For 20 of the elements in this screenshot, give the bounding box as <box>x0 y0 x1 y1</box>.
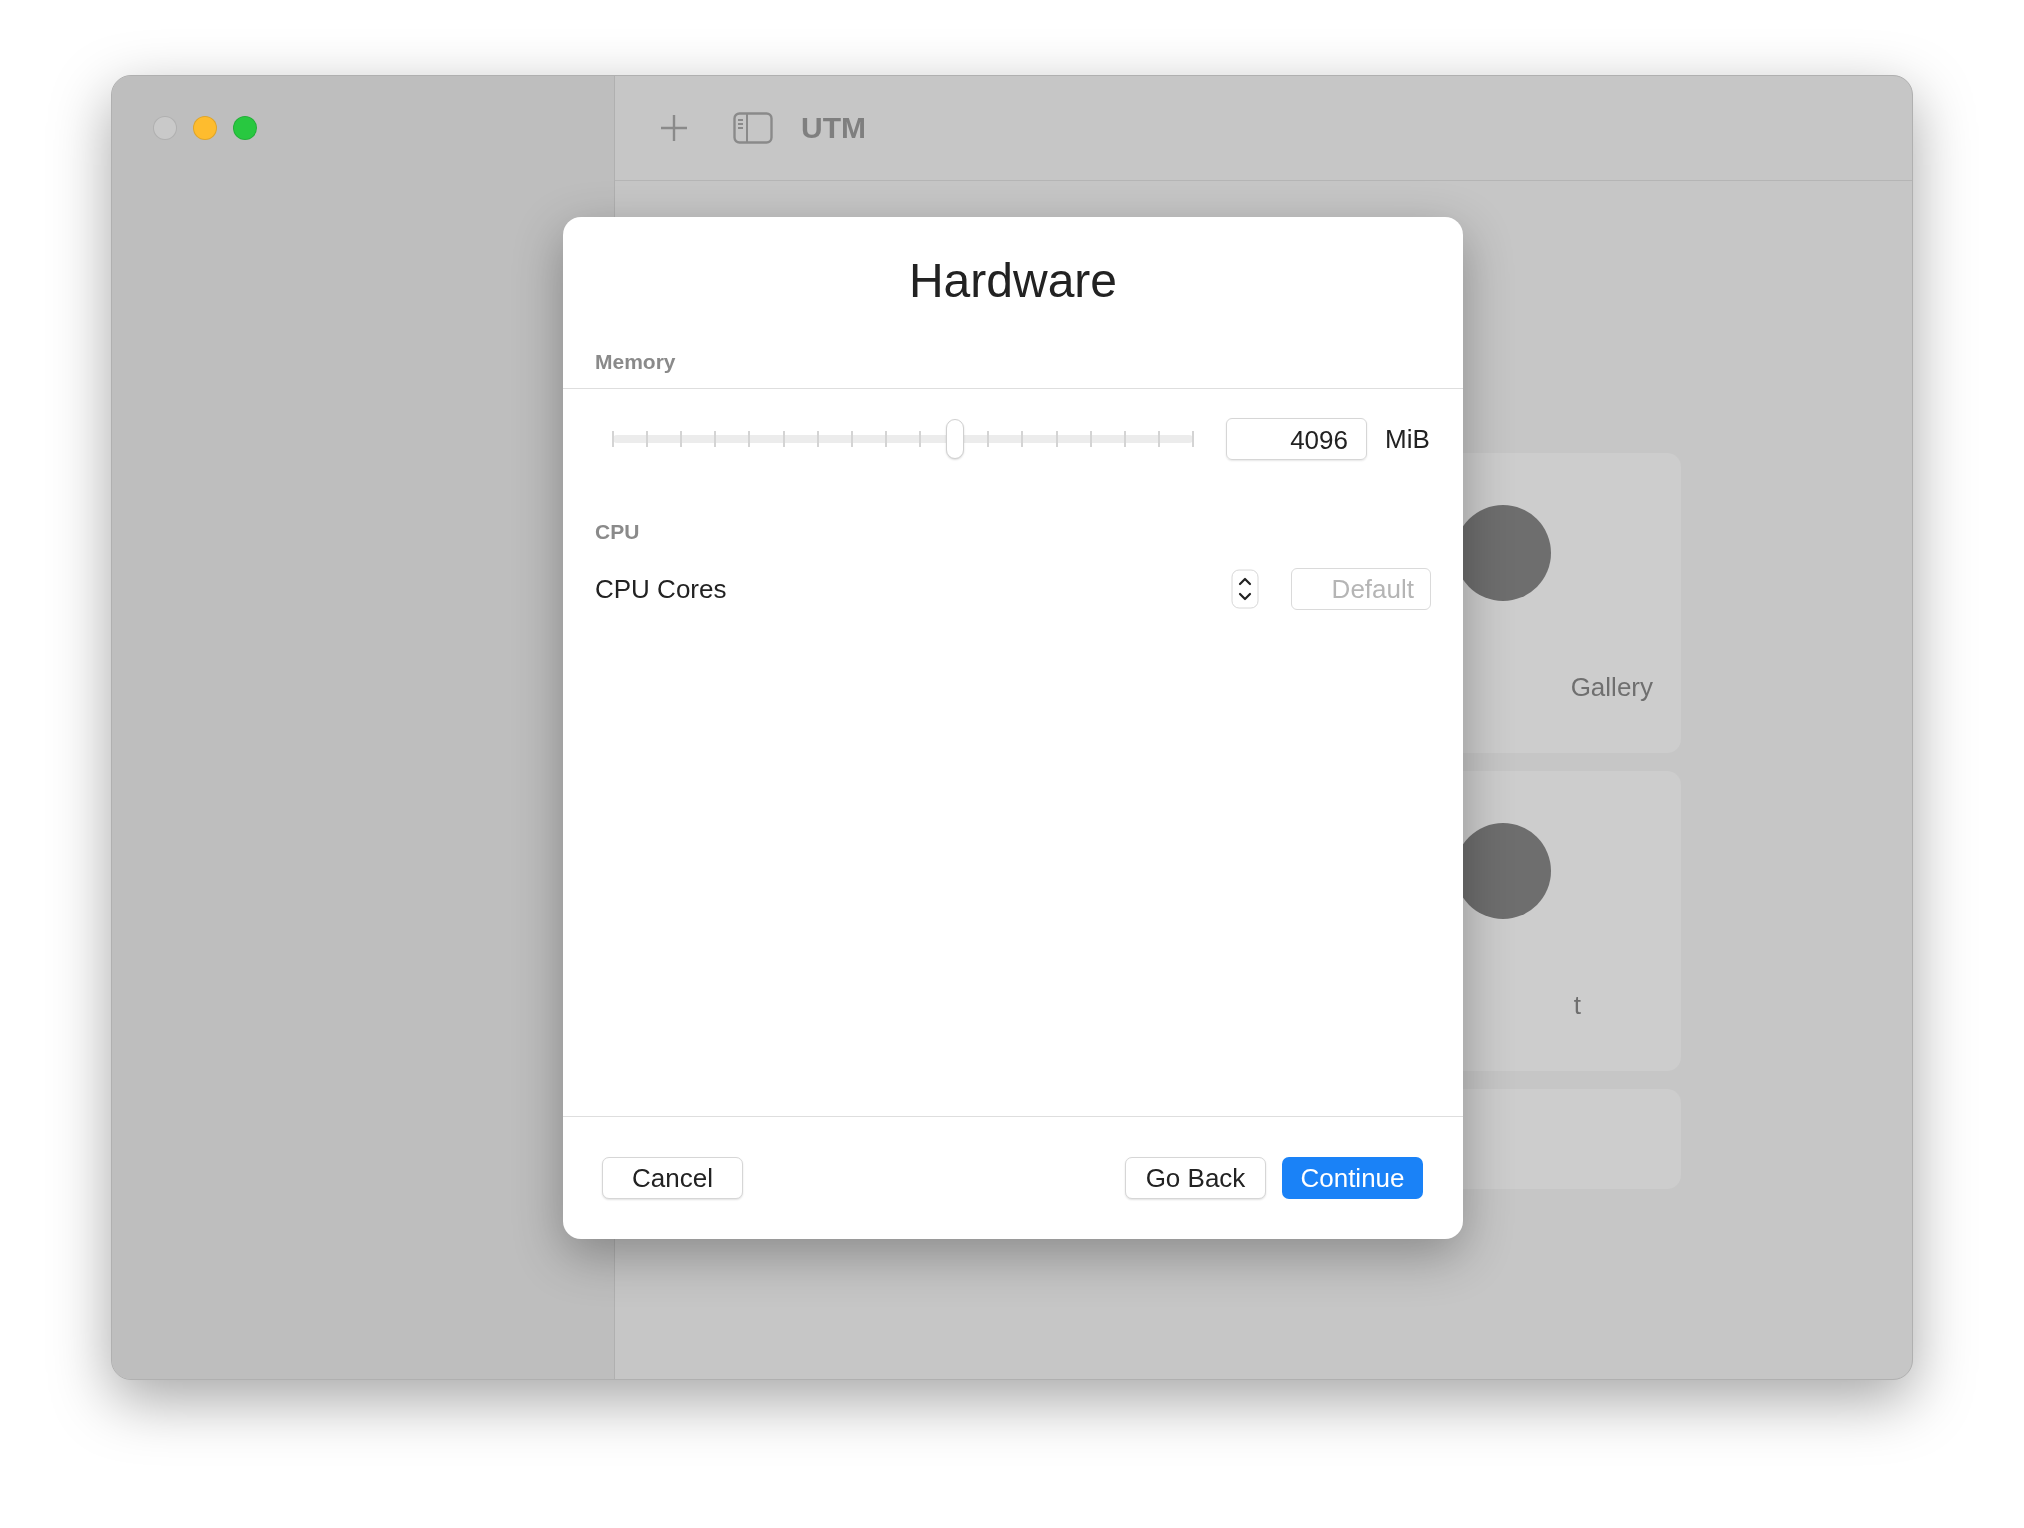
stepper-icon[interactable] <box>1231 569 1259 609</box>
window-title: UTM <box>801 111 866 145</box>
memory-field[interactable]: 4096 <box>1226 418 1367 460</box>
cpu-cores-field[interactable]: Default <box>1291 568 1431 610</box>
dialog-button[interactable]: Go Back <box>1125 1157 1266 1199</box>
section-heading: Memory <box>595 350 676 374</box>
dialog-button[interactable]: Cancel <box>602 1157 743 1199</box>
card-label: t <box>1573 990 1581 1021</box>
plus-icon[interactable] <box>659 113 689 143</box>
dialog-title: Hardware <box>908 253 1118 308</box>
slider-thumb[interactable] <box>946 419 965 459</box>
section-heading: CPU <box>595 520 640 544</box>
window-minimize-button[interactable] <box>193 116 217 140</box>
field-label: CPU Cores <box>595 573 728 605</box>
memory-slider[interactable] <box>613 419 1193 459</box>
window-zoom-button[interactable] <box>233 116 257 140</box>
primary-button[interactable]: Continue <box>1282 1157 1423 1199</box>
unit-label: MiB <box>1385 423 1430 455</box>
sidebar-toggle-icon[interactable] <box>733 112 773 144</box>
card-label: Gallery <box>1570 672 1653 703</box>
